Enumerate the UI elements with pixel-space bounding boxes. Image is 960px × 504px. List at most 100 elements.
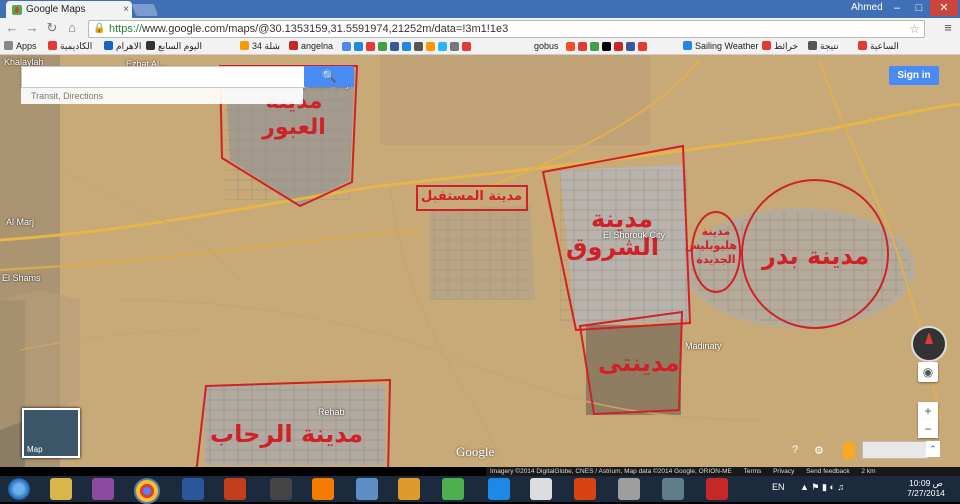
url-scheme: https:// (109, 23, 143, 35)
zoom-out-button[interactable]: − (918, 420, 938, 438)
settings-gear-icon[interactable]: ⚙ (814, 444, 824, 457)
site-icon (602, 42, 611, 51)
bookmark-favicon-icon (104, 41, 113, 50)
app-taskbar-icon[interactable] (92, 478, 114, 500)
zoom-in-button[interactable]: + (918, 402, 938, 420)
address-bar[interactable]: 🔒 https:// www.google.com/maps/@30.13531… (88, 20, 925, 38)
bookmark-shella[interactable]: شلة 34 (240, 40, 280, 53)
twitter-icon (402, 42, 411, 51)
app-taskbar-icon[interactable] (356, 478, 378, 500)
send-feedback-link[interactable]: Send feedback (806, 468, 849, 475)
privacy-link[interactable]: Privacy (773, 468, 794, 475)
language-indicator[interactable]: EN (772, 482, 785, 492)
bookmark-youm7[interactable]: اليوم السابع (146, 40, 202, 53)
bookmark-clock[interactable]: الساعية (858, 40, 899, 53)
bookmark-angelna[interactable]: angelna (289, 40, 333, 53)
place-label: El Shorouk City (603, 230, 666, 240)
imagery-thumbnails[interactable] (862, 441, 928, 459)
bookmark-ahram[interactable]: الاهرام (104, 40, 141, 53)
label-madinaty: مدينتى (598, 349, 680, 377)
app-taskbar-icon[interactable] (662, 478, 684, 500)
start-button-icon[interactable] (8, 478, 30, 500)
label-badr: مدينة بدر (762, 242, 870, 270)
site-icon (578, 42, 587, 51)
profile-name[interactable]: Ahmed (851, 2, 883, 13)
bookmark-favicon-icon (289, 41, 298, 50)
app-taskbar-icon[interactable] (442, 478, 464, 500)
tilt-button[interactable]: ◉ (918, 362, 938, 382)
maximize-button[interactable]: □ (908, 0, 930, 16)
bookmark-favicon-icon (240, 41, 249, 50)
windows-icon (566, 42, 575, 51)
app-taskbar-icon[interactable] (618, 478, 640, 500)
sign-in-button[interactable]: Sign in (889, 66, 939, 85)
app-taskbar-icon[interactable] (706, 478, 728, 500)
search-button[interactable]: 🔍 (304, 66, 354, 87)
directions-link[interactable]: Transit, Directions (21, 88, 303, 104)
forward-button[interactable]: → (24, 20, 40, 36)
calendar-taskbar-icon[interactable] (530, 478, 552, 500)
lock-icon: 🔒 (93, 23, 106, 34)
label-rehab: مدينة الرحاب (210, 420, 364, 448)
powerpoint-taskbar-icon[interactable] (224, 478, 246, 500)
chrome-menu-icon[interactable]: ≡ (940, 20, 956, 36)
tab-google-maps[interactable]: Google Maps × (6, 1, 132, 18)
bookmark-academy[interactable]: الكاديمية (48, 40, 92, 53)
satellite-map[interactable]: مدينة العبور مدينة المستقبل مدينة الشروق… (0, 55, 960, 467)
vlc-taskbar-icon[interactable] (312, 478, 334, 500)
bookmark-result[interactable]: نتيجة (808, 40, 839, 53)
search-input[interactable] (21, 66, 305, 88)
bookmark-favicon-icon (808, 41, 817, 50)
browser-title-bar: Google Maps × Ahmed – □ ✕ (0, 0, 960, 18)
help-icon[interactable]: ? (792, 444, 798, 456)
drive-icon (354, 42, 363, 51)
search-icon: 🔍 (321, 69, 337, 83)
tray-icons[interactable]: ▲ ⚑ ▮ ◐ ♫ (800, 482, 844, 493)
apps-grid-icon (4, 41, 13, 50)
bookmark-star-icon[interactable]: ☆ (909, 21, 920, 37)
imagery-credit: Imagery ©2014 DigitalGlobe, CNES / Astri… (490, 468, 732, 475)
compass-icon[interactable] (911, 326, 947, 362)
pegman-icon[interactable] (843, 441, 855, 459)
bookmark-gobus[interactable]: gobus (534, 40, 559, 53)
bookmark-favicon-icon (762, 41, 771, 50)
security-taskbar-icon[interactable] (488, 478, 510, 500)
terms-link[interactable]: Terms (744, 468, 762, 475)
bookmark-favicon-icon (48, 41, 57, 50)
word-taskbar-icon[interactable] (182, 478, 204, 500)
minimize-button[interactable]: – (886, 0, 908, 16)
close-window-button[interactable]: ✕ (930, 0, 958, 16)
map-view-toggle[interactable]: Map (22, 408, 80, 458)
bookmark-favicon-icon (146, 41, 155, 50)
bookmark-maps-ar[interactable]: خرائط (762, 40, 798, 53)
back-button[interactable]: ← (4, 20, 20, 36)
site-icon (590, 42, 599, 51)
bookmark-icons-row-2[interactable] (566, 41, 650, 54)
acrobat-taskbar-icon[interactable] (574, 478, 596, 500)
taskbar-clock[interactable]: 10:09 ص 7/27/2014 (905, 478, 947, 498)
new-tab-button[interactable] (131, 4, 159, 16)
explorer-taskbar-icon[interactable] (50, 478, 72, 500)
site-icon (438, 42, 447, 51)
reload-button[interactable]: ↻ (44, 20, 60, 36)
place-label: El Shams (2, 273, 41, 283)
clock-time: 10:09 ص (909, 478, 943, 488)
bookmark-icons-row[interactable] (342, 41, 474, 54)
chevron-up-icon[interactable]: ⌃ (926, 441, 940, 457)
browser-toolbar: ← → ↻ ⌂ 🔒 https:// www.google.com/maps/@… (0, 18, 960, 38)
bookmark-favicon-icon (683, 41, 692, 50)
bookmark-apps[interactable]: Apps (4, 40, 37, 53)
windows-taskbar: EN ▲ ⚑ ▮ ◐ ♫ (0, 476, 960, 504)
label-mostakbal: مدينة المستقبل (421, 189, 523, 204)
youtube-icon (366, 42, 375, 51)
maps-favicon-icon (12, 4, 22, 15)
bookmark-sailing-weather[interactable]: Sailing Weather (683, 40, 758, 53)
tab-close-icon[interactable]: × (120, 4, 132, 15)
google-icon (342, 42, 351, 51)
map-footer: Imagery ©2014 DigitalGlobe, CNES / Astri… (486, 467, 960, 476)
chrome-taskbar-icon[interactable] (134, 478, 160, 504)
home-button[interactable]: ⌂ (64, 20, 80, 36)
label-heliopolis: مدينة هليوبليس الجديدة (684, 225, 737, 266)
media-taskbar-icon[interactable] (270, 478, 292, 500)
app-taskbar-icon[interactable] (398, 478, 420, 500)
